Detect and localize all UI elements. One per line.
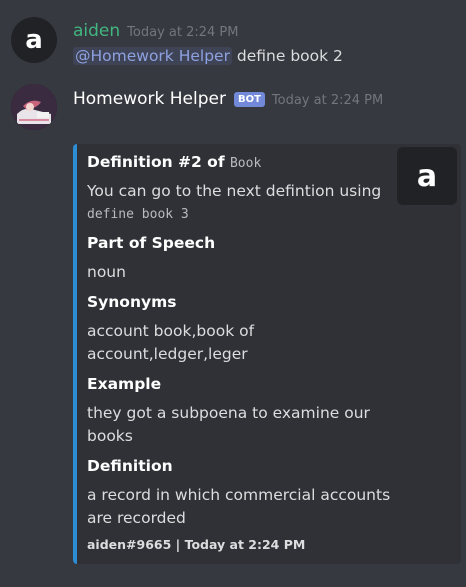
embed-footer: aiden#9665 | Today at 2:24 PM [87, 537, 306, 552]
example-line: they got a subpoena to examine our [87, 404, 370, 422]
embed-title: Definition #2 of Book [87, 153, 261, 171]
avatar-letter: a [25, 25, 43, 55]
timestamp: Today at 2:24 PM [271, 93, 384, 108]
synonyms-line: account,ledger,leger [87, 345, 248, 363]
definition-line: are recorded [87, 509, 186, 527]
synonyms-line: account book,book of [87, 322, 255, 340]
thumbnail-letter: a [416, 158, 438, 194]
bot-tag: BOT [233, 92, 265, 107]
field-value-example: they got a subpoena to examine our books [87, 402, 387, 448]
embed-description-code: define book 3 [87, 207, 189, 222]
message-content: @Homework Helper define book 2 [73, 47, 343, 65]
field-name-part-of-speech: Part of Speech [87, 234, 216, 252]
user-avatar[interactable]: a [11, 17, 57, 63]
embed-thumbnail[interactable]: a [397, 147, 457, 205]
field-name-definition: Definition [87, 457, 173, 475]
embed-title-text: Definition #2 of [87, 153, 225, 171]
definition-line: a record in which commercial accounts [87, 486, 391, 504]
embed-title-word: Book [229, 156, 262, 171]
embed-description: You can go to the next defintion using d… [87, 180, 387, 226]
field-name-example: Example [87, 375, 162, 393]
embed-card: a Definition #2 of Book You can go to th… [73, 144, 461, 564]
message-header: Homework Helper BOT Today at 2:24 PM [73, 89, 383, 109]
field-value-part-of-speech: noun [87, 263, 126, 281]
user-mention[interactable]: @Homework Helper [73, 47, 232, 65]
example-line: books [87, 427, 133, 445]
field-value-definition: a record in which commercial accounts ar… [87, 484, 391, 530]
message-header: aiden Today at 2:24 PM [73, 21, 238, 41]
field-value-synonyms: account book,book of account,ledger,lege… [87, 320, 387, 366]
embed-description-text: You can go to the next defintion using [87, 182, 382, 200]
anime-girl-avatar-icon [11, 84, 57, 130]
bot-avatar[interactable] [11, 84, 57, 130]
bot-username[interactable]: Homework Helper [73, 89, 226, 109]
field-name-synonyms: Synonyms [87, 293, 177, 311]
timestamp: Today at 2:24 PM [127, 25, 239, 40]
username[interactable]: aiden [73, 21, 120, 41]
message-text: define book 2 [236, 47, 343, 65]
